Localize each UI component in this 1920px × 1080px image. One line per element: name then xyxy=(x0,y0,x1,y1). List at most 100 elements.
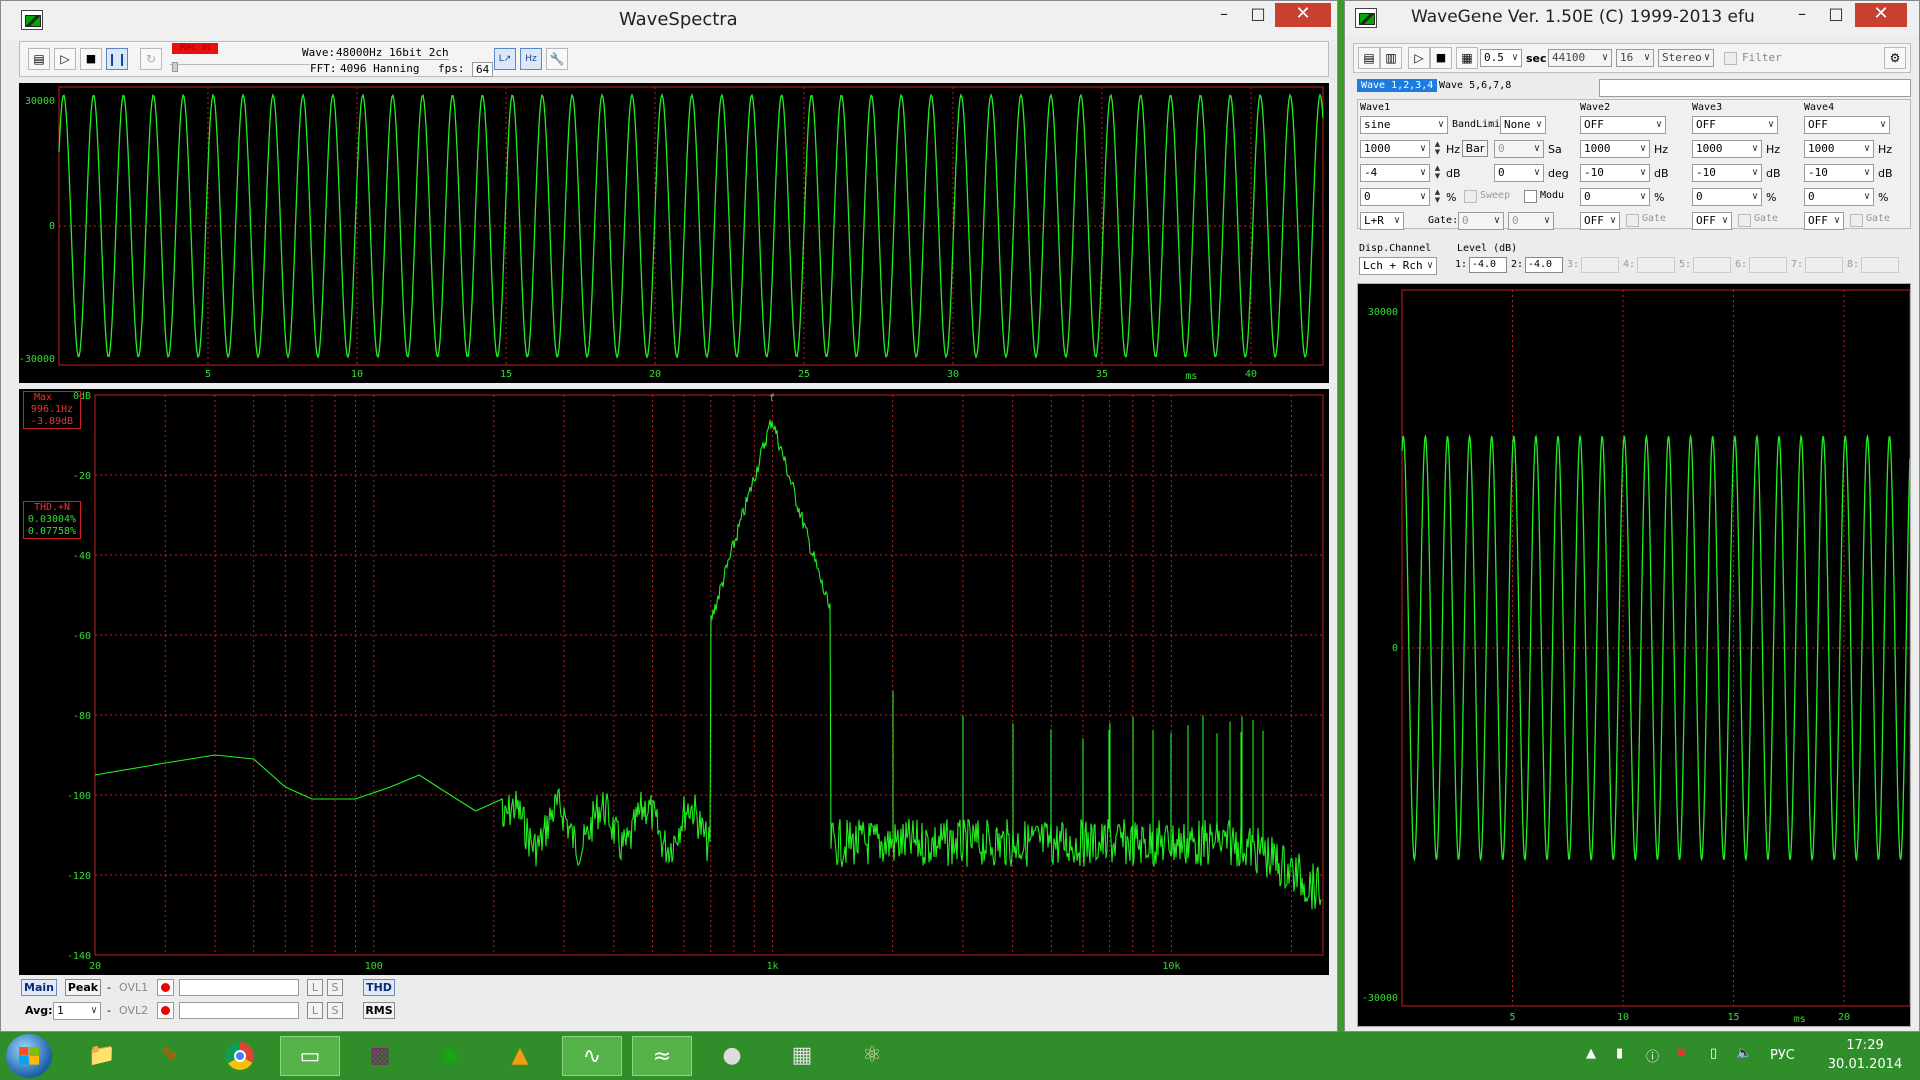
wave4-type-select[interactable]: OFF xyxy=(1804,116,1890,134)
gene-copy-icon[interactable]: ▤ xyxy=(1358,47,1380,69)
taskbar-connect-icon[interactable]: ◉ xyxy=(420,1036,480,1076)
taskbar-paint-icon[interactable]: ⚛ xyxy=(842,1036,902,1076)
sweep-checkbox[interactable] xyxy=(1464,190,1477,203)
sample-rate-select[interactable]: 44100 xyxy=(1548,49,1612,67)
channel-lr-icon[interactable]: L↗ xyxy=(494,48,516,70)
wave2-frequency-select[interactable]: 1000 xyxy=(1580,140,1650,158)
ovl2-l-button[interactable]: L xyxy=(307,1002,323,1019)
input-level-thumb[interactable] xyxy=(172,62,178,72)
start-button[interactable] xyxy=(6,1034,52,1078)
wave1-level-select[interactable]: -4 xyxy=(1360,164,1430,182)
bar-button[interactable]: Bar xyxy=(1462,140,1488,157)
taskbar-archive-icon[interactable]: ▩ xyxy=(350,1036,410,1076)
wave3-frequency-select[interactable]: 1000 xyxy=(1692,140,1762,158)
taskbar-aimp-icon[interactable]: ▲ xyxy=(490,1036,550,1076)
wave1-frequency-spinner[interactable]: ▲ ▼ xyxy=(1432,140,1443,158)
wave3-level-select[interactable]: -10 xyxy=(1692,164,1762,182)
ovl2-s-button[interactable]: S xyxy=(327,1002,343,1019)
wave4-level-select[interactable]: -10 xyxy=(1804,164,1874,182)
taskbar-pencil-icon[interactable]: ✎ xyxy=(140,1036,200,1076)
filter-checkbox[interactable] xyxy=(1724,52,1737,65)
channels-select[interactable]: Stereo xyxy=(1658,49,1714,67)
duration-select[interactable]: 0.5 xyxy=(1480,49,1522,67)
main-button[interactable]: Main xyxy=(21,979,57,996)
language-indicator[interactable]: РУС xyxy=(1770,1048,1795,1063)
ovl1-l-button[interactable]: L xyxy=(307,979,323,996)
tray-flag-icon[interactable]: ✖ xyxy=(1676,1046,1687,1061)
wave1-type-select[interactable]: sine xyxy=(1360,116,1448,134)
ovl1-field[interactable] xyxy=(179,979,299,996)
wave2-level-select[interactable]: -10 xyxy=(1580,164,1650,182)
phase-select[interactable]: 0 xyxy=(1494,164,1544,182)
gate-select-1[interactable]: 0 xyxy=(1458,212,1504,230)
wave3-gate-checkbox[interactable] xyxy=(1738,214,1751,227)
wave2-offset-select[interactable]: 0 xyxy=(1580,188,1650,206)
gene-settings-icon[interactable]: ⚙ xyxy=(1884,47,1906,69)
wave1-channel-select[interactable]: L+R xyxy=(1360,212,1404,230)
tray-info-icon[interactable]: ⓘ xyxy=(1646,1046,1659,1065)
taskbar-wavegene-icon[interactable]: ▭ xyxy=(280,1036,340,1076)
gene-minimize-button[interactable]: – xyxy=(1785,3,1819,27)
tab-wave-5678[interactable]: Wave 5,6,7,8 xyxy=(1435,79,1515,92)
spectrum-settings-icon[interactable]: Hz xyxy=(520,48,542,70)
tab-wave-1234[interactable]: Wave 1,2,3,4 xyxy=(1357,79,1438,92)
options-wrench-icon[interactable]: 🔧 xyxy=(546,48,568,70)
wave4-gate-checkbox[interactable] xyxy=(1850,214,1863,227)
volume-icon[interactable]: 🔈 xyxy=(1736,1046,1752,1061)
wave4-frequency-select[interactable]: 1000 xyxy=(1804,140,1874,158)
avg-select[interactable]: 1 xyxy=(53,1002,101,1020)
gene-waveform-plot[interactable]: 30000 0 -30000 5 10 15 20 ms xyxy=(1357,283,1911,1027)
wave1-level-spinner[interactable]: ▲ ▼ xyxy=(1432,164,1443,182)
wave3-channel-select[interactable]: OFF xyxy=(1692,212,1732,230)
wavespectra-titlebar[interactable]: WaveSpectra – □ ✕ xyxy=(1,1,1337,39)
taskbar-chrome-icon[interactable] xyxy=(210,1036,270,1076)
minimize-button[interactable]: – xyxy=(1207,3,1241,27)
wave3-type-select[interactable]: OFF xyxy=(1692,116,1778,134)
repeat-icon[interactable]: ↻ xyxy=(140,48,162,70)
gene-loop-icon[interactable]: ▦ xyxy=(1456,47,1478,69)
wavegene-titlebar[interactable]: WaveGene Ver. 1.50E (C) 1999-2013 efu – … xyxy=(1345,1,1919,35)
wave1-offset-spinner[interactable]: ▲ ▼ xyxy=(1432,188,1443,206)
wave1-frequency-select[interactable]: 1000 xyxy=(1360,140,1430,158)
ovl2-field[interactable] xyxy=(179,1002,299,1019)
wave4-offset-select[interactable]: 0 xyxy=(1804,188,1874,206)
ovl2-record-icon[interactable] xyxy=(157,1002,174,1019)
bits-select[interactable]: 16 xyxy=(1616,49,1654,67)
wave3-offset-select[interactable]: 0 xyxy=(1692,188,1762,206)
thd-button[interactable]: THD xyxy=(363,979,395,996)
tray-expand-icon[interactable]: ▲ xyxy=(1586,1046,1596,1061)
gene-comment-field[interactable] xyxy=(1599,79,1911,97)
taskbar-wavespectra-icon[interactable]: ∿ xyxy=(562,1036,622,1076)
clock[interactable]: 17:29 30.01.2014 xyxy=(1820,1036,1910,1074)
gene-play-icon[interactable]: ▷ xyxy=(1408,47,1430,69)
close-button[interactable]: ✕ xyxy=(1275,3,1331,27)
input-level-slider[interactable] xyxy=(170,64,310,72)
taskbar-wavegene-app-icon[interactable]: ≈ xyxy=(632,1036,692,1076)
gene-close-button[interactable]: ✕ xyxy=(1855,3,1907,27)
wave1-offset-select[interactable]: 0 xyxy=(1360,188,1430,206)
play-icon[interactable]: ▷ xyxy=(54,48,76,70)
stop-icon[interactable]: ■ xyxy=(80,48,102,70)
copy-icon[interactable]: ▤ xyxy=(28,48,50,70)
wave4-channel-select[interactable]: OFF xyxy=(1804,212,1844,230)
battery-icon[interactable]: ▯ xyxy=(1710,1046,1717,1061)
gene-stop-icon[interactable]: ■ xyxy=(1430,47,1452,69)
taskbar-explorer-icon[interactable]: 📁 xyxy=(72,1036,132,1076)
maximize-button[interactable]: □ xyxy=(1241,3,1275,27)
gene-save-icon[interactable]: ▥ xyxy=(1380,47,1402,69)
spectrum-plot[interactable]: 0dB -20 -40 -60 -80 -100 -120 -140 20 100 1k 10k f M… xyxy=(19,389,1329,975)
ovl1-record-icon[interactable] xyxy=(157,979,174,996)
wave2-channel-select[interactable]: OFF xyxy=(1580,212,1620,230)
gene-maximize-button[interactable]: □ xyxy=(1819,3,1853,27)
network-signal-icon[interactable]: ▮ xyxy=(1616,1046,1623,1061)
taskbar-calculator-icon[interactable]: ▦ xyxy=(772,1036,832,1076)
pause-icon[interactable]: ❙❙ xyxy=(106,48,128,70)
wave2-type-select[interactable]: OFF xyxy=(1580,116,1666,134)
peak-button[interactable]: Peak xyxy=(65,979,101,996)
bandlimit-select[interactable]: None xyxy=(1500,116,1546,134)
gate-select-2[interactable]: 0 xyxy=(1508,212,1554,230)
modu-checkbox[interactable] xyxy=(1524,190,1537,203)
taskbar-speaker-icon[interactable]: ● xyxy=(702,1036,762,1076)
waveform-plot[interactable]: 30000 0 -30000 5 10 15 20 25 30 35 40 ms xyxy=(19,83,1329,383)
disp-channel-select[interactable]: Lch + Rch xyxy=(1359,257,1437,275)
